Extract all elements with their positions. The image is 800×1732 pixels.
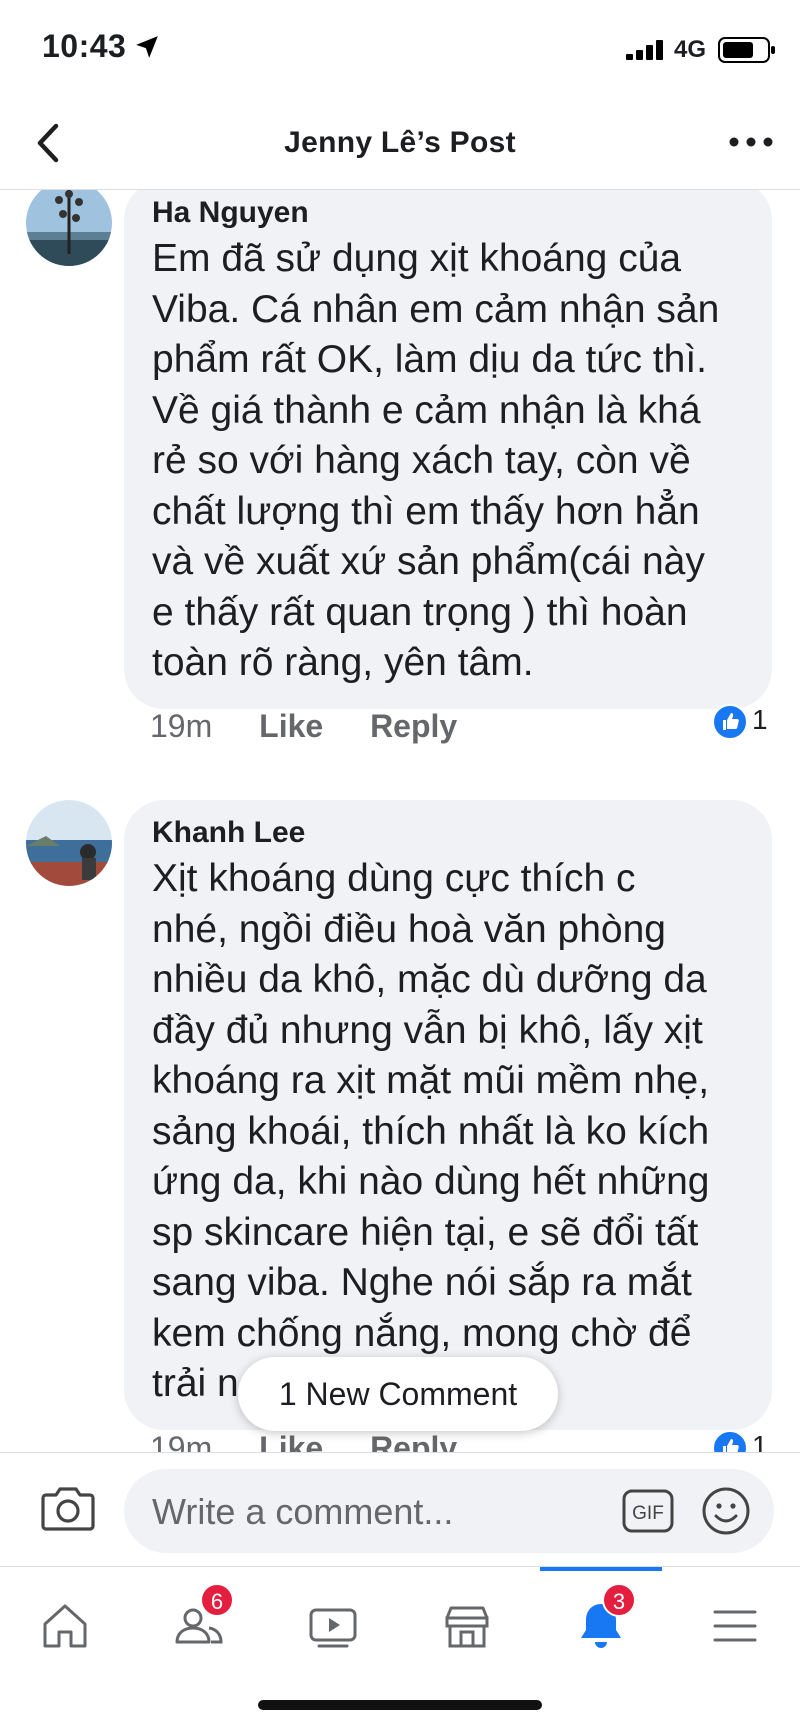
- gif-icon[interactable]: GIF: [622, 1489, 674, 1533]
- avatar[interactable]: [26, 800, 112, 886]
- comment-line: e thấy rất quan trọng ) thì hoàn: [152, 590, 688, 634]
- cellular-signal-icon: [626, 40, 663, 60]
- hamburger-menu-icon: [713, 1610, 757, 1642]
- comment-item: Ha Nguyen Em đã sử dụng xịt khoáng của V…: [0, 190, 800, 744]
- comment-line: sảng khoái, thích nhất là ko kích: [152, 1109, 710, 1153]
- comment-item: Khanh Lee Xịt khoáng dùng cực thích c nh…: [0, 800, 800, 1452]
- active-tab-indicator: [540, 1567, 662, 1571]
- comment-text: Em đã sử dụng xịt khoáng của Viba. Cá nh…: [152, 234, 748, 689]
- home-icon: [43, 1604, 87, 1648]
- post-header: Jenny Lê’s Post: [0, 100, 800, 190]
- like-button[interactable]: Like: [259, 1430, 323, 1452]
- more-options-icon[interactable]: [726, 130, 776, 154]
- comment-line: sp skincare hiện tại, e sẽ đổi tất: [152, 1210, 699, 1254]
- comment-time: 19m: [150, 1430, 213, 1452]
- comment-input-placeholder: Write a comment...: [152, 1491, 454, 1532]
- comment-text: Xịt khoáng dùng cực thích c nhé, ngồi đi…: [152, 854, 748, 1410]
- gif-label: GIF: [632, 1503, 664, 1524]
- tab-watch[interactable]: [298, 1591, 368, 1661]
- comment-meta: 19m Like Reply: [150, 1430, 495, 1452]
- comment-meta: 19m Like Reply: [150, 708, 495, 745]
- location-arrow-icon: [136, 36, 158, 58]
- comment-bubble[interactable]: Khanh Lee Xịt khoáng dùng cực thích c nh…: [124, 800, 772, 1430]
- comment-line: nhé, ngồi điều hoà văn phòng: [152, 907, 666, 951]
- comment-author[interactable]: Khanh Lee: [152, 816, 748, 850]
- status-time: 10:43: [42, 28, 127, 64]
- comment-line: và về xuất xứ sản phẩm(cái này: [152, 540, 705, 583]
- comment-line: khoáng ra xịt mặt mũi mềm nhẹ,: [152, 1059, 710, 1102]
- reaction-summary[interactable]: 1: [712, 702, 782, 742]
- like-button[interactable]: Like: [259, 708, 323, 744]
- tab-notifications[interactable]: 3: [566, 1583, 636, 1661]
- avatar-image: [26, 800, 112, 886]
- comment-line: Xịt khoáng dùng cực thích c: [152, 857, 636, 900]
- comment-line: ứng da, khi nào dùng hết những: [152, 1160, 710, 1203]
- comment-bubble[interactable]: Ha Nguyen Em đã sử dụng xịt khoáng của V…: [124, 190, 772, 709]
- reaction-summary[interactable]: 1: [712, 1428, 782, 1452]
- camera-icon[interactable]: [40, 1483, 96, 1533]
- comment-line: nhiều da khô, mặc dù dưỡng da: [152, 958, 707, 1001]
- tab-menu[interactable]: [700, 1591, 770, 1661]
- comment-author[interactable]: Ha Nguyen: [152, 196, 748, 230]
- thumbs-up-icon: [712, 1430, 748, 1452]
- comment-line: chất lượng thì em thấy hơn hẳn: [152, 489, 700, 533]
- thumbs-up-icon: [712, 704, 748, 740]
- avatar[interactable]: [26, 190, 112, 266]
- comment-line: sang viba. Nghe nói sắp ra mắt: [152, 1261, 692, 1304]
- comment-line: Về giá thành e cảm nhận là khá: [152, 388, 701, 432]
- comment-line: rẻ so với hàng xách tay, còn về: [152, 439, 691, 482]
- avatar-image: [26, 190, 112, 266]
- comment-line: phẩm rất OK, làm dịu da tức thì.: [152, 338, 708, 381]
- comments-list: Ha Nguyen Em đã sử dụng xịt khoáng của V…: [0, 190, 800, 1452]
- reaction-count: 1: [752, 1430, 768, 1452]
- comment-line: Em đã sử dụng xịt khoáng của: [152, 237, 682, 280]
- comment-line: Viba. Cá nhân em cảm nhận sản: [152, 287, 720, 331]
- emoji-icon[interactable]: [700, 1485, 752, 1537]
- comment-line: toàn rõ ràng, yên tâm.: [152, 641, 534, 684]
- battery-icon: [718, 37, 775, 63]
- home-indicator[interactable]: [258, 1700, 542, 1710]
- comment-time: 19m: [150, 708, 213, 744]
- video-icon: [309, 1608, 357, 1648]
- tab-friends[interactable]: 6: [164, 1583, 234, 1661]
- reaction-count: 1: [752, 704, 768, 735]
- comment-line: kem chống nắng, mong chờ để: [152, 1311, 692, 1355]
- reply-button[interactable]: Reply: [370, 1430, 457, 1452]
- comment-line: đầy đủ nhưng vẫn bị khô, lấy xịt: [152, 1008, 703, 1052]
- reply-button[interactable]: Reply: [370, 708, 457, 744]
- page-title: Jenny Lê’s Post: [284, 126, 516, 159]
- marketplace-icon: [445, 1606, 489, 1648]
- comment-composer: Write a comment... GIF: [0, 1452, 800, 1566]
- tab-home[interactable]: [30, 1591, 100, 1661]
- network-type: 4G: [674, 36, 707, 63]
- tab-marketplace[interactable]: [432, 1591, 502, 1661]
- friends-badge: 6: [200, 1583, 234, 1617]
- comment-input[interactable]: Write a comment... GIF: [124, 1469, 774, 1553]
- new-comment-pill[interactable]: 1 New Comment: [238, 1357, 558, 1431]
- notifications-badge: 3: [602, 1583, 636, 1617]
- status-bar: 10:43 4G: [0, 0, 800, 100]
